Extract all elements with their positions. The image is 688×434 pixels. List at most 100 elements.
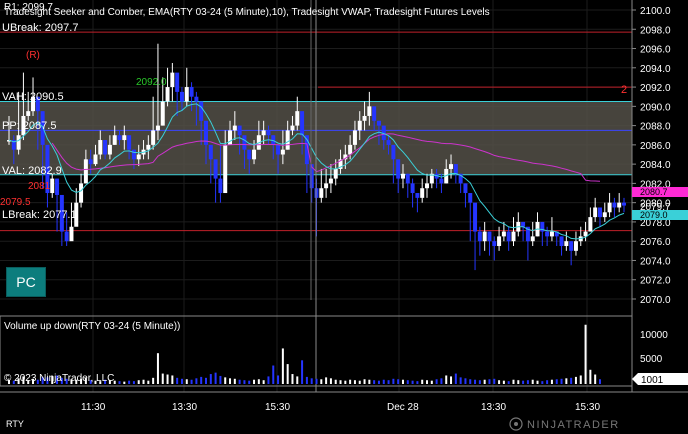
time-label-dec28: Dec 28 [387, 402, 419, 413]
time-label-1330-b: 13:30 [481, 402, 506, 413]
volume-bar [555, 379, 558, 384]
volume-last-text: 1001 [641, 375, 664, 386]
volume-bar [209, 374, 212, 384]
candle-body [69, 226, 74, 242]
candle-body [247, 149, 252, 160]
volume-bar [156, 353, 159, 384]
volume-bar [397, 379, 400, 384]
candle-body [530, 236, 535, 242]
brand-text: NINJATRADER [527, 419, 620, 431]
price-tick-label: 2092.0 [640, 83, 671, 94]
volume-bar [416, 381, 419, 384]
volume-bar [315, 378, 318, 384]
candle-body [127, 135, 132, 150]
candle-body [372, 106, 377, 121]
volume-bar [598, 379, 601, 384]
volume-bar [507, 381, 510, 384]
volume-bar [329, 378, 332, 384]
volume-bar [190, 379, 193, 384]
price-tick-label: 2074.0 [640, 256, 671, 267]
price-tick-label: 2094.0 [640, 64, 671, 75]
candle-body [88, 159, 93, 165]
volume-bar [161, 373, 164, 384]
candle-body [564, 241, 569, 247]
time-label-1530-b: 15:30 [575, 402, 600, 413]
volume-bar [560, 378, 563, 384]
price-tick-label: 2072.0 [640, 276, 671, 287]
candle-body [295, 111, 300, 126]
volume-bar [185, 379, 188, 384]
candle-body [449, 164, 454, 169]
volume-bar [579, 375, 582, 384]
volume-bar [387, 380, 390, 384]
time-label-1530: 15:30 [265, 402, 290, 413]
candle-body [612, 202, 617, 208]
candle-body [276, 144, 281, 155]
vah-label: VAH: 2090.5 [2, 91, 64, 103]
candle-body [367, 106, 372, 116]
candle-body [131, 149, 136, 160]
candle-body [218, 178, 223, 194]
volume-bar [142, 379, 145, 384]
volume-bar [219, 375, 222, 384]
instrument-label: RTY [6, 419, 24, 429]
volume-bar [281, 348, 284, 384]
candle-body [98, 140, 103, 155]
candle-body [64, 231, 69, 242]
volume-bar [171, 375, 174, 384]
volume-bar [291, 374, 294, 384]
price-chart[interactable]: R1: 2099.7 Tradesight Seeker and Comber,… [0, 0, 688, 434]
volume-bar [435, 379, 438, 384]
ubreak-label: UBreak: 2097.7 [2, 22, 78, 34]
vwap-price-tag-text: 2080.7 [640, 187, 668, 197]
candle-body [453, 164, 458, 174]
candle-body [357, 120, 362, 131]
candle-body [617, 202, 622, 208]
volume-bar [233, 378, 236, 384]
price-tick-label: 2098.0 [640, 25, 671, 36]
candle-body [194, 96, 199, 102]
candle-body [213, 159, 218, 179]
volume-bar [229, 378, 232, 384]
volume-bar [430, 380, 433, 384]
price-tick-label: 2100.0 [640, 6, 671, 17]
volume-bar [411, 380, 414, 384]
volume-bar [589, 369, 592, 384]
candle-body [482, 231, 487, 242]
volume-bar [277, 375, 280, 384]
volume-bar [180, 378, 183, 384]
candle-body [386, 140, 391, 145]
candle-body [410, 183, 415, 194]
volume-bar [132, 381, 135, 384]
candle-body [415, 193, 420, 198]
volume-bar [373, 380, 376, 384]
candle-body [588, 217, 593, 232]
volume-bar [128, 380, 131, 384]
candle-body [112, 135, 117, 145]
candle-body [607, 202, 612, 213]
volume-bar [526, 380, 529, 384]
candle-body [405, 173, 410, 184]
candle-body [352, 130, 357, 145]
candle-body [597, 207, 602, 218]
price-tick-label: 2076.0 [640, 237, 671, 248]
volume-bar [531, 379, 534, 384]
volume-bar [570, 377, 573, 384]
volume-bar [123, 381, 126, 384]
candle-body [175, 72, 180, 92]
candle-body [16, 135, 21, 150]
candle-body [593, 207, 598, 218]
candle-body [290, 125, 295, 131]
volume-bar [377, 380, 380, 384]
volume-bar [546, 380, 549, 384]
volume-bar [267, 376, 270, 384]
candle-body [376, 120, 381, 126]
candle-body [420, 188, 425, 198]
val-label: VAL: 2082.9 [2, 165, 62, 177]
pc-button[interactable]: PC [6, 267, 46, 297]
candle-body [348, 144, 353, 155]
candle-body [362, 115, 367, 121]
volume-bar [469, 379, 472, 384]
candle-body [492, 241, 497, 247]
volume-bar [382, 379, 385, 384]
